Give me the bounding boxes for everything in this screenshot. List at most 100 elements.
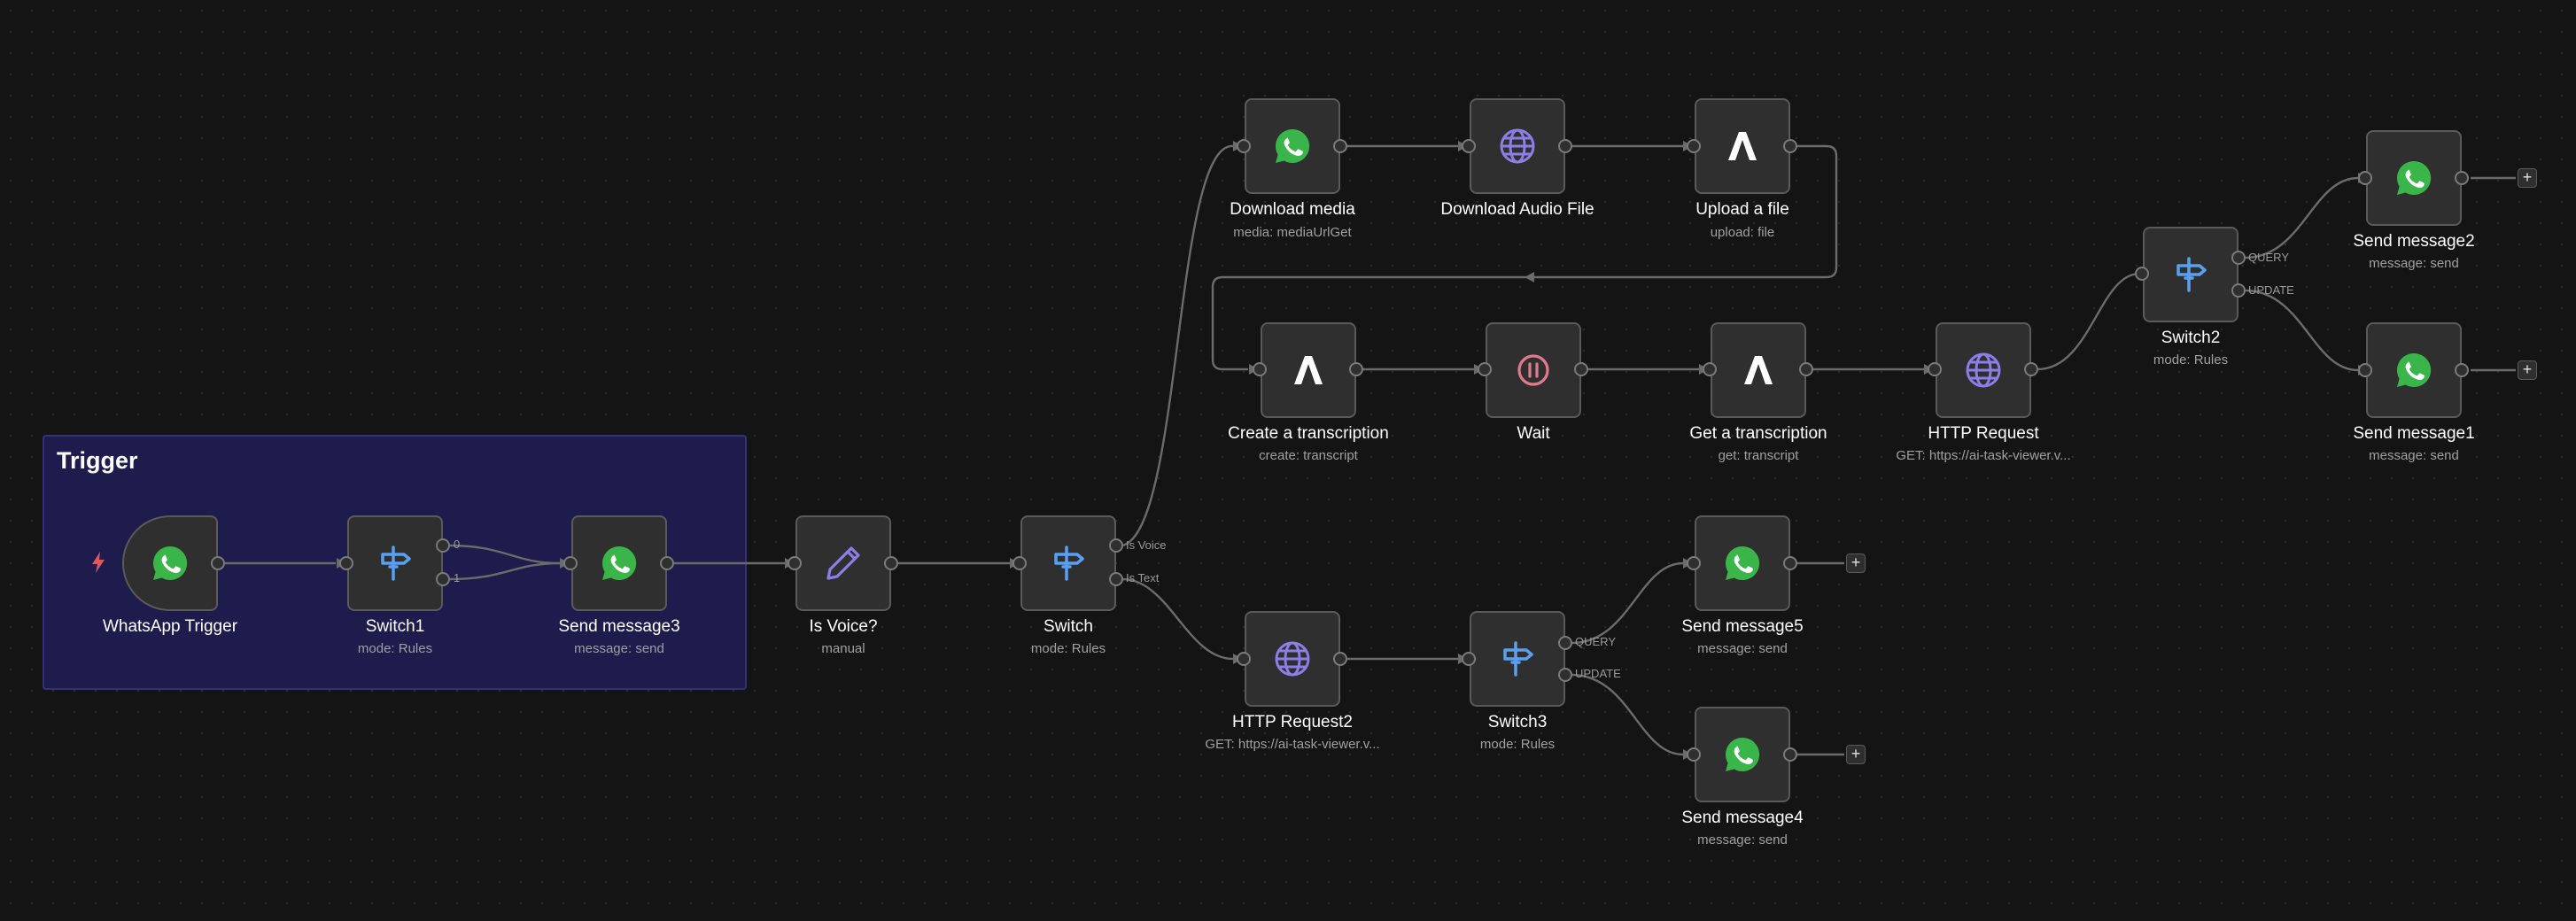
node-get-a-transcription[interactable] [1711, 322, 1806, 418]
node-switch2[interactable] [2143, 227, 2238, 322]
node-http-request[interactable] [1936, 322, 2031, 418]
output-label: UPDATE [2248, 283, 2294, 297]
output-port[interactable] [2024, 362, 2038, 376]
node-subtitle: manual [821, 641, 865, 656]
input-port[interactable] [788, 556, 802, 570]
input-port[interactable] [2358, 171, 2372, 185]
node-label: Switch [1044, 617, 1093, 636]
input-port[interactable] [2135, 267, 2149, 281]
node-switch1[interactable] [347, 515, 443, 611]
node-label: Switch3 [1487, 713, 1548, 731]
input-port[interactable] [1013, 556, 1027, 570]
input-port[interactable] [1478, 362, 1492, 376]
input-port[interactable] [1703, 362, 1717, 376]
input-port[interactable] [1687, 747, 1701, 762]
node-switch3[interactable] [1470, 611, 1565, 707]
output-port[interactable] [1349, 362, 1363, 376]
output-label: Is Text [1126, 571, 1160, 584]
output-port-0[interactable] [436, 538, 450, 553]
node-label: Switch2 [2161, 329, 2221, 347]
output-port[interactable] [2455, 171, 2469, 185]
output-port[interactable] [660, 556, 674, 570]
input-port[interactable] [1687, 556, 1701, 570]
input-port[interactable] [1237, 652, 1251, 666]
output-port[interactable] [1574, 362, 1588, 376]
node-wait[interactable] [1486, 322, 1581, 418]
node-http-request2[interactable] [1245, 611, 1340, 707]
output-port-update[interactable] [1558, 668, 1572, 682]
output-port[interactable] [884, 556, 898, 570]
output-port-update[interactable] [2231, 283, 2246, 298]
node-send-message1[interactable] [2366, 322, 2462, 418]
input-port[interactable] [1928, 362, 1942, 376]
output-port-query[interactable] [1558, 636, 1572, 650]
output-port[interactable] [1783, 556, 1797, 570]
assemblyai-icon [1294, 356, 1323, 384]
node-label: Create a transcription [1228, 424, 1389, 443]
output-port-is-voice[interactable] [1109, 538, 1123, 553]
workflow-canvas[interactable]: Trigger WhatsApp Trigger 0 1 Switch1 mod… [0, 0, 2576, 921]
node-subtitle: GET: https://ai-task-viewer.v... [1205, 737, 1380, 752]
output-port[interactable] [1558, 139, 1572, 153]
whatsapp-icon [2396, 160, 2432, 195]
add-node-button[interactable]: + [2518, 168, 2537, 188]
node-label: Get a transcription [1689, 424, 1827, 443]
node-label: WhatsApp Trigger [102, 617, 238, 636]
output-port-1[interactable] [436, 572, 450, 586]
whatsapp-icon [1725, 546, 1760, 580]
node-send-message4[interactable] [1695, 707, 1790, 802]
node-download-audio-file[interactable] [1470, 98, 1565, 194]
input-port[interactable] [1462, 652, 1476, 666]
output-port-is-text[interactable] [1109, 572, 1123, 586]
add-node-button[interactable]: + [1846, 553, 1866, 573]
node-upload-a-file[interactable] [1695, 98, 1790, 194]
add-node-button[interactable]: + [1846, 745, 1866, 764]
connection-switch1-out0-send-message3 [449, 544, 561, 565]
node-subtitle: message: send [2369, 256, 2459, 271]
input-port[interactable] [1253, 362, 1267, 376]
node-subtitle: message: send [2369, 448, 2459, 463]
whatsapp-icon [1725, 737, 1760, 771]
connection-switch1-out1-send-message3 [449, 561, 561, 581]
node-switch[interactable] [1020, 515, 1116, 611]
node-is-voice[interactable] [795, 515, 891, 611]
input-port[interactable] [1687, 139, 1701, 153]
node-send-message3[interactable] [571, 515, 667, 611]
output-port[interactable] [1783, 747, 1797, 762]
output-port[interactable] [1333, 139, 1347, 153]
globe-icon [1500, 128, 1535, 164]
output-label: QUERY [1575, 635, 1616, 648]
node-subtitle: upload: file [1710, 225, 1775, 240]
node-label: Send message5 [1681, 617, 1804, 636]
node-send-message2[interactable] [2366, 130, 2462, 226]
input-port[interactable] [1237, 139, 1251, 153]
output-port[interactable] [1333, 652, 1347, 666]
node-label: Send message2 [2353, 232, 2475, 251]
input-port[interactable] [563, 556, 578, 570]
node-subtitle: media: mediaUrlGet [1233, 225, 1352, 240]
node-label: Is Voice? [809, 617, 878, 636]
output-label: 0 [454, 538, 461, 551]
input-port[interactable] [1462, 139, 1476, 153]
output-port[interactable] [2455, 363, 2469, 377]
output-port[interactable] [1799, 362, 1813, 376]
output-label: Is Voice [1126, 538, 1167, 552]
input-port[interactable] [339, 556, 353, 570]
node-create-a-transcription[interactable] [1261, 322, 1356, 418]
node-subtitle: message: send [1697, 641, 1788, 656]
node-whatsapp-trigger[interactable] [122, 515, 218, 611]
add-node-button[interactable]: + [2518, 360, 2537, 380]
node-download-media[interactable] [1245, 98, 1340, 194]
input-port[interactable] [2358, 363, 2372, 377]
whatsapp-icon [601, 546, 637, 580]
node-subtitle: GET: https://ai-task-viewer.v... [1896, 448, 2071, 463]
signpost-icon [381, 546, 411, 581]
output-port[interactable] [1783, 139, 1797, 153]
whatsapp-icon [152, 546, 188, 580]
output-port-query[interactable] [2231, 251, 2246, 265]
node-label: Download media [1230, 200, 1355, 219]
node-label: Send message1 [2353, 424, 2475, 443]
output-port[interactable] [211, 556, 225, 570]
node-send-message5[interactable] [1695, 515, 1790, 611]
globe-icon [1966, 352, 2001, 388]
